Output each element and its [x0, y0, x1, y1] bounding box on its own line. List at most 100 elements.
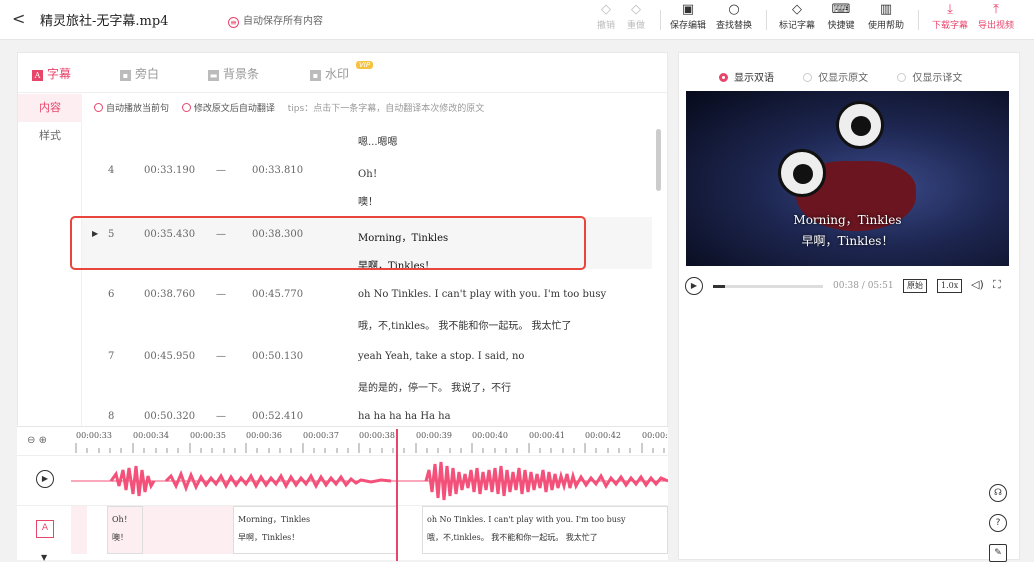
- block-translation: 噢！: [112, 533, 128, 542]
- file-title: 精灵旅社-无字幕.mp4: [40, 14, 169, 29]
- autosave-icon: ≡: [228, 17, 239, 28]
- side-item-style[interactable]: 样式: [18, 122, 82, 150]
- tab-background-bar-label: 背景条: [223, 67, 260, 81]
- timeline-ruler[interactable]: 00:00:33 00:00:34 00:00:35 00:00:36 00:0…: [71, 429, 668, 455]
- mode-translation-label: 仅显示译文: [912, 73, 963, 84]
- back-icon[interactable]: <: [12, 9, 25, 28]
- subtitle-block[interactable]: oh No Tinkles. I can't play with you. I'…: [422, 506, 668, 554]
- play-icon[interactable]: ▶: [685, 277, 703, 295]
- tab-subtitle[interactable]: A 字幕: [32, 65, 71, 82]
- autoplay-label: 自动播放当前句: [106, 104, 170, 114]
- subtitle-track[interactable]: A Oh！ 噢！ Morning，Tinkles 早啊，Tinkles！ oh No…: [17, 505, 668, 555]
- help-label: 使用帮助: [867, 21, 904, 31]
- save-button[interactable]: ▣ 保存编辑: [666, 2, 710, 38]
- row-number: 7: [108, 351, 115, 362]
- divider: [766, 10, 767, 30]
- autosave-status: ≡ 自动保存所有内容: [228, 12, 323, 28]
- zoom-in-icon[interactable]: ⊕: [39, 435, 47, 446]
- row-translation[interactable]: 是的是的，停一下。 我说了，不行: [358, 379, 511, 394]
- export-video-button[interactable]: ⤒ 导出视频: [974, 2, 1018, 38]
- editor-options: 自动播放当前句 修改原文后自动翻译 tips：点击下一条字幕，自动翻译本次修改的…: [94, 101, 494, 114]
- progress-bar[interactable]: [713, 285, 823, 288]
- row-end-time[interactable]: 00:45.770: [252, 289, 303, 300]
- background-bar-icon: ▬: [208, 70, 219, 81]
- redo-label: 重做: [626, 21, 645, 31]
- row-original[interactable]: Oh！: [358, 165, 383, 180]
- help-button[interactable]: ▥ 使用帮助: [864, 2, 908, 38]
- tips-text: tips：点击下一条字幕，自动翻译本次修改的原文: [287, 104, 485, 114]
- volume-icon[interactable]: ◁): [971, 278, 984, 291]
- aspect-ratio-button[interactable]: 原始: [903, 279, 927, 293]
- video-frame-eye: [836, 101, 884, 149]
- play-icon[interactable]: ▶: [36, 470, 54, 488]
- row-dash: —: [216, 351, 226, 362]
- mode-translation-only[interactable]: 仅显示译文: [897, 73, 962, 84]
- shortcuts-label: 快捷键: [827, 21, 855, 31]
- block-original: Oh！: [112, 515, 132, 524]
- row-start-time[interactable]: 00:38.760: [144, 289, 195, 300]
- expand-down-icon[interactable]: ▼: [41, 553, 47, 562]
- radio-icon: [719, 73, 728, 82]
- block-original: Morning，Tinkles: [238, 515, 311, 524]
- video-preview[interactable]: Morning，Tinkles 早啊，Tinkles！: [686, 91, 1009, 266]
- undo-label: 撤销: [596, 21, 615, 31]
- row-end-time[interactable]: 00:50.130: [252, 351, 303, 362]
- feedback-icon[interactable]: ✎: [989, 544, 1007, 562]
- subtitle-gap: [143, 506, 233, 554]
- customer-service-icon[interactable]: ☊: [989, 484, 1007, 502]
- download-icon: ⤓: [947, 2, 953, 17]
- fullscreen-icon[interactable]: ⛶: [993, 278, 1001, 292]
- find-replace-label: 查找替换: [715, 21, 752, 31]
- row-end-time[interactable]: 00:52.410: [252, 411, 303, 422]
- row-translation[interactable]: 哦，不,tinkles。 我不能和你一起玩。 我太忙了: [358, 317, 572, 332]
- autosave-label: 自动保存所有内容: [243, 16, 323, 27]
- zoom-out-icon[interactable]: ⊖: [27, 435, 35, 446]
- keyboard-icon: ⌨: [831, 2, 851, 17]
- find-replace-button[interactable]: ○ 查找替换: [712, 2, 756, 38]
- row-start-time[interactable]: 00:45.950: [144, 351, 195, 362]
- row-original[interactable]: oh No Tinkles. I can't play with you. I'…: [358, 289, 606, 300]
- tab-watermark[interactable]: ▪ 水印: [310, 65, 349, 82]
- preview-panel: 显示双语 仅显示原文 仅显示译文 Morning，Tinkles 早啊，Tink…: [678, 52, 1020, 560]
- mode-bilingual[interactable]: 显示双语: [719, 73, 774, 84]
- mark-icon: ◇: [792, 2, 802, 17]
- subtitle-icon: A: [32, 70, 43, 81]
- side-item-content[interactable]: 内容: [18, 94, 82, 122]
- auto-translate-option[interactable]: 修改原文后自动翻译: [181, 103, 275, 114]
- vip-badge: VIP: [356, 61, 374, 69]
- row-original[interactable]: ha ha ha ha Ha ha: [358, 411, 451, 422]
- tab-narration[interactable]: ▪ 旁白: [120, 65, 159, 82]
- watermark-icon: ▪: [310, 70, 321, 81]
- undo-icon: ◇: [601, 2, 611, 17]
- waveform-track[interactable]: ▶: [17, 455, 668, 505]
- mark-subtitle-button[interactable]: ◇ 标记字幕: [775, 2, 819, 38]
- download-subtitle-button[interactable]: ⤓ 下载字幕: [928, 2, 972, 38]
- block-translation: 哦，不,tinkles。 我不能和你一起玩。 我太忙了: [427, 533, 598, 542]
- subtitle-block[interactable]: Morning，Tinkles 早啊，Tinkles！: [233, 506, 397, 554]
- timeline-panel: ⊖ ⊕ 00:00:33 00:00:34 00:00:35 00:00:36 …: [17, 426, 668, 562]
- subtitle-list: 嗯...嗯嗯 4 00:33.190 — 00:33.810 Oh！ 噢！ ▶ …: [82, 125, 652, 433]
- mode-original-only[interactable]: 仅显示原文: [803, 73, 868, 84]
- undo-button[interactable]: ◇ 撤销: [592, 2, 620, 38]
- shortcuts-button[interactable]: ⌨ 快捷键: [823, 2, 859, 38]
- row-original[interactable]: yeah Yeah, take a stop. I said, no: [358, 351, 524, 362]
- autoplay-option[interactable]: 自动播放当前句: [94, 103, 170, 114]
- speed-button[interactable]: 1.0x: [937, 279, 963, 293]
- divider: [660, 10, 661, 30]
- row-translation[interactable]: 噢！: [358, 193, 378, 208]
- tab-background-bar[interactable]: ▬ 背景条: [208, 65, 259, 82]
- help-icon[interactable]: ?: [989, 514, 1007, 532]
- player-controls: ▶ 00:38 / 05:51 原始 1.0x ◁) ⛶: [685, 277, 1015, 297]
- list-scrollbar[interactable]: [656, 129, 661, 191]
- playhead[interactable]: [396, 429, 398, 561]
- row-translation[interactable]: 嗯...嗯嗯: [358, 133, 398, 148]
- redo-button[interactable]: ◇ 重做: [622, 2, 650, 38]
- subtitle-block[interactable]: Oh！ 噢！: [107, 506, 143, 554]
- row-start-time[interactable]: 00:33.190: [144, 165, 195, 176]
- narration-icon: ▪: [120, 70, 131, 81]
- top-bar: < 精灵旅社-无字幕.mp4 ≡ 自动保存所有内容 ◇ 撤销 ◇ 重做 ▣ 保存编辑 ○…: [0, 0, 1034, 40]
- row-start-time[interactable]: 00:50.320: [144, 411, 195, 422]
- subtitle-block[interactable]: [71, 506, 87, 554]
- block-original: oh No Tinkles. I can't play with you. I'…: [427, 515, 626, 524]
- row-end-time[interactable]: 00:33.810: [252, 165, 303, 176]
